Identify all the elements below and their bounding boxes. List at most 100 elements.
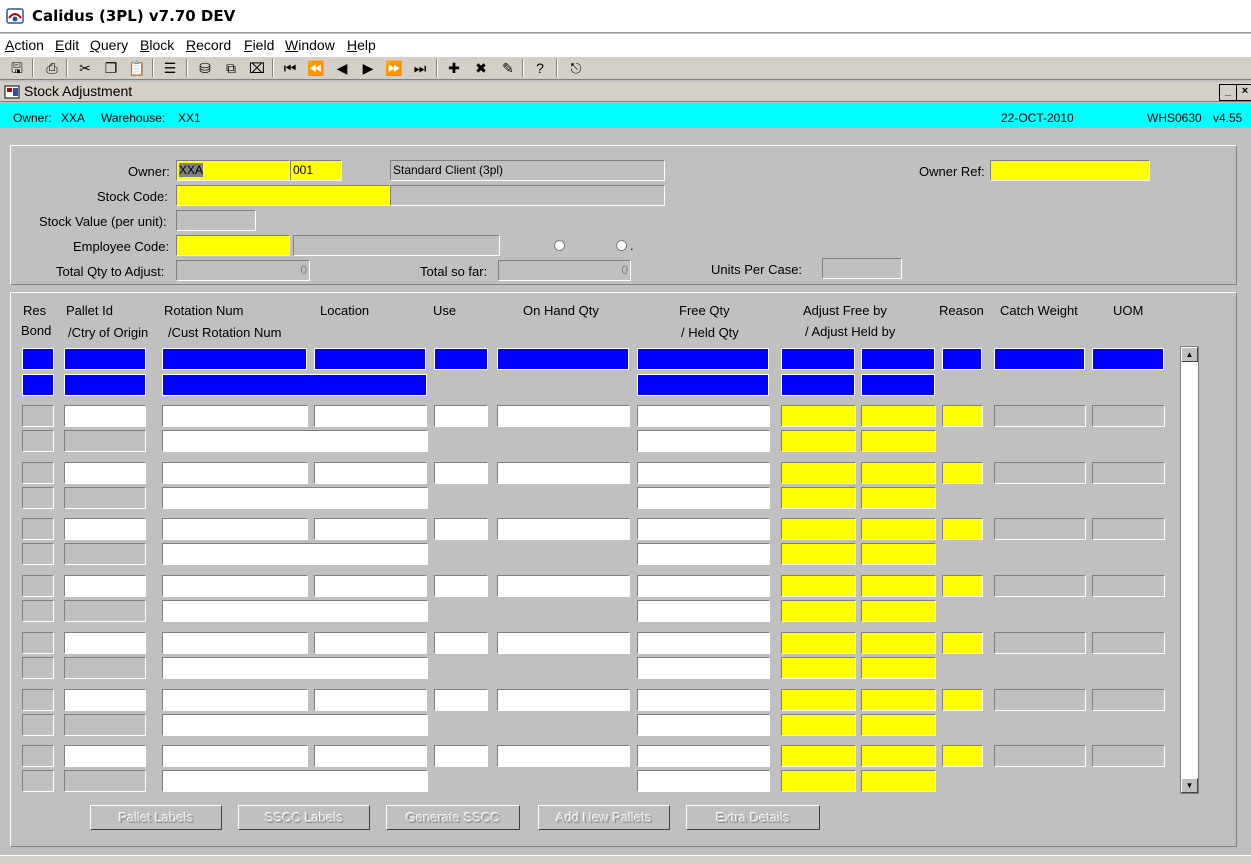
row-1-cust-rotation-field[interactable] <box>162 430 428 452</box>
row-5-location-field[interactable] <box>314 632 427 654</box>
current-location-field[interactable] <box>314 348 426 370</box>
help-icon[interactable]: ? <box>530 58 550 78</box>
row-6-pallet-id-field[interactable] <box>64 689 146 711</box>
scroll-up-arrow-icon[interactable]: ▲ <box>1181 347 1198 362</box>
row-6-free-qty-field[interactable] <box>637 689 770 711</box>
row-1-free-qty-field[interactable] <box>637 405 770 427</box>
current-adjust-held-alt-field[interactable] <box>861 374 935 396</box>
current-pallet-id-field[interactable] <box>64 348 146 370</box>
row-2-cust-rotation-field[interactable] <box>162 487 428 509</box>
row-3-adjust-free-alt-field[interactable] <box>861 518 936 540</box>
next-block-icon[interactable]: ⏩ <box>384 58 404 78</box>
row-4-adjust-free-field[interactable] <box>781 575 856 597</box>
row-3-use-field[interactable] <box>434 518 488 540</box>
row-6-reason-field[interactable] <box>942 689 983 711</box>
current-adjust-free-field[interactable] <box>781 348 855 370</box>
previous-record-icon[interactable]: ◀ <box>332 58 352 78</box>
row-5-cust-rotation-field[interactable] <box>162 657 428 679</box>
menu-query[interactable]: Query <box>90 37 128 53</box>
row-4-adjust-free-alt-field[interactable] <box>861 575 936 597</box>
current-reason-field[interactable] <box>942 348 982 370</box>
row-2-held-qty-field[interactable] <box>637 487 770 509</box>
menu-block[interactable]: Block <box>140 37 174 53</box>
row-4-location-field[interactable] <box>314 575 427 597</box>
row-5-use-field[interactable] <box>434 632 488 654</box>
row-3-rotation-num-field[interactable] <box>162 518 308 540</box>
row-2-reason-field[interactable] <box>942 462 983 484</box>
row-2-adjust-held-alt-field[interactable] <box>861 487 936 509</box>
query-icon[interactable]: ⛁ <box>195 58 215 78</box>
row-3-adjust-held-alt-field[interactable] <box>861 543 936 565</box>
row-4-pallet-id-field[interactable] <box>64 575 146 597</box>
first-record-icon[interactable]: ⏮ <box>280 58 300 78</box>
row-5-held-qty-field[interactable] <box>637 657 770 679</box>
row-3-free-qty-field[interactable] <box>637 518 770 540</box>
insert-record-icon[interactable]: ✚ <box>444 58 464 78</box>
row-3-pallet-id-field[interactable] <box>64 518 146 540</box>
current-free-qty-field[interactable] <box>637 348 769 370</box>
owner-code-field[interactable]: XXA <box>176 160 290 181</box>
row-3-held-qty-field[interactable] <box>637 543 770 565</box>
current-adjust-free-alt-field[interactable] <box>861 348 935 370</box>
adjust-radio-1[interactable] <box>554 240 565 251</box>
row-5-reason-field[interactable] <box>942 632 983 654</box>
menu-action[interactable]: Action <box>5 37 44 53</box>
row-2-adjust-free-field[interactable] <box>781 462 856 484</box>
owner-suffix-field[interactable]: 001 <box>290 160 342 181</box>
row-1-adjust-free-alt-field[interactable] <box>861 405 936 427</box>
current-cust-rotation-field[interactable] <box>162 374 427 396</box>
current-on-hand-qty-field[interactable] <box>497 348 629 370</box>
print-icon[interactable]: ⎙ <box>42 58 62 78</box>
row-5-free-qty-field[interactable] <box>637 632 770 654</box>
current-rotation-num-field[interactable] <box>162 348 307 370</box>
current-adjust-held-field[interactable] <box>781 374 855 396</box>
row-4-on-hand-qty-field[interactable] <box>497 575 630 597</box>
row-1-rotation-num-field[interactable] <box>162 405 308 427</box>
menu-help[interactable]: Help <box>347 37 376 53</box>
row-3-cust-rotation-field[interactable] <box>162 543 428 565</box>
row-7-adjust-free-alt-field[interactable] <box>861 745 936 767</box>
current-bond-field[interactable] <box>22 374 54 396</box>
paste-icon[interactable]: 📋 <box>127 58 147 78</box>
row-2-use-field[interactable] <box>434 462 488 484</box>
row-6-adjust-held-alt-field[interactable] <box>861 714 936 736</box>
current-ctry-origin-field[interactable] <box>64 374 146 396</box>
row-4-adjust-held-field[interactable] <box>781 600 856 622</box>
row-3-adjust-held-field[interactable] <box>781 543 856 565</box>
row-4-use-field[interactable] <box>434 575 488 597</box>
row-5-on-hand-qty-field[interactable] <box>497 632 630 654</box>
row-7-pallet-id-field[interactable] <box>64 745 146 767</box>
menu-window[interactable]: Window <box>285 37 335 53</box>
current-catch-weight-field[interactable] <box>994 348 1085 370</box>
save-icon[interactable]: 🖫 <box>7 58 27 78</box>
row-6-location-field[interactable] <box>314 689 427 711</box>
row-6-adjust-free-field[interactable] <box>781 689 856 711</box>
row-1-adjust-held-field[interactable] <box>781 430 856 452</box>
minimize-button[interactable]: _ <box>1219 84 1237 101</box>
add-new-pallets-button[interactable]: Add New Pallets <box>538 805 670 830</box>
row-1-reason-field[interactable] <box>942 405 983 427</box>
scroll-down-arrow-icon[interactable]: ▼ <box>1181 778 1198 793</box>
employee-code-field[interactable] <box>176 235 290 256</box>
row-1-adjust-free-field[interactable] <box>781 405 856 427</box>
row-7-adjust-held-field[interactable] <box>781 770 856 792</box>
row-7-use-field[interactable] <box>434 745 488 767</box>
stock-code-field[interactable] <box>176 185 390 206</box>
row-5-adjust-free-field[interactable] <box>781 632 856 654</box>
row-2-location-field[interactable] <box>314 462 427 484</box>
row-4-cust-rotation-field[interactable] <box>162 600 428 622</box>
current-held-qty-field[interactable] <box>637 374 769 396</box>
row-7-on-hand-qty-field[interactable] <box>497 745 630 767</box>
row-5-rotation-num-field[interactable] <box>162 632 308 654</box>
row-3-location-field[interactable] <box>314 518 427 540</box>
row-3-reason-field[interactable] <box>942 518 983 540</box>
menu-record[interactable]: Record <box>186 37 231 53</box>
grid-scrollbar[interactable]: ▲ ▼ <box>1180 346 1199 794</box>
row-1-location-field[interactable] <box>314 405 427 427</box>
row-4-adjust-held-alt-field[interactable] <box>861 600 936 622</box>
list-icon[interactable]: ☰ <box>160 58 180 78</box>
row-3-adjust-free-field[interactable] <box>781 518 856 540</box>
row-3-on-hand-qty-field[interactable] <box>497 518 630 540</box>
row-7-free-qty-field[interactable] <box>637 745 770 767</box>
clear-record-icon[interactable]: ✎ <box>498 58 518 78</box>
